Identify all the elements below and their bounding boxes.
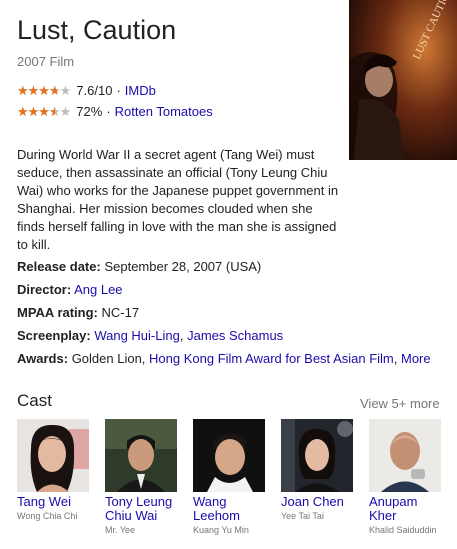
director-link[interactable]: Ang Lee — [74, 282, 122, 297]
film-description: During World War II a secret agent (Tang… — [17, 147, 339, 252]
separator-comma: , — [393, 351, 398, 366]
fact-screenplay: Screenplay: Wang Hui-Ling, James Schamus — [17, 328, 283, 343]
star-rating-icon: ★★★★★★★★★★ — [17, 82, 71, 98]
cast-member-joan-chen[interactable]: Joan Chen Yee Tai Tai — [281, 419, 355, 522]
cast-name[interactable]: Tang Wei — [17, 495, 91, 509]
fact-label: Director: — [17, 282, 72, 297]
screenplay-link-2[interactable]: James Schamus — [187, 328, 283, 343]
cast-role: Wong Chia Chi — [17, 511, 78, 521]
cast-name[interactable]: Wang Leehom — [193, 495, 267, 523]
fact-director: Director: Ang Lee — [17, 282, 123, 297]
star-rating-icon: ★★★★★★★★★★ — [17, 103, 71, 119]
movie-poster[interactable]: LUST CAUTION — [349, 0, 457, 160]
cast-member-tony-leung[interactable]: Tony Leung Chiu Wai Mr. Yee — [105, 419, 179, 536]
fact-label: Screenplay: — [17, 328, 91, 343]
rating-imdb: ★★★★★★★★★★ 7.6/10 · IMDb — [17, 83, 156, 98]
rating-rotten-tomatoes: ★★★★★★★★★★ 72% · Rotten Tomatoes — [17, 104, 213, 119]
poster-image-icon: LUST CAUTION — [349, 0, 457, 160]
cast-role: Kuang Yu Min — [193, 525, 249, 535]
actor-photo-icon — [17, 419, 89, 492]
imdb-link[interactable]: IMDb — [125, 83, 156, 98]
cast-role: Khalid Saiduddin — [369, 525, 437, 535]
fact-awards: Awards: Golden Lion, Hong Kong Film Awar… — [17, 351, 431, 366]
rotten-tomatoes-link[interactable]: Rotten Tomatoes — [115, 104, 213, 119]
fact-label: Release date: — [17, 259, 101, 274]
cast-name[interactable]: Anupam Kher — [369, 495, 443, 523]
fact-label: MPAA rating: — [17, 305, 98, 320]
actor-photo-icon — [193, 419, 265, 492]
fact-value: NC-17 — [101, 305, 140, 320]
rating-score: 7.6/10 — [76, 83, 113, 98]
fact-release-date: Release date: September 28, 2007 (USA) — [17, 259, 261, 274]
screenplay-link-1[interactable]: Wang Hui-Ling — [94, 328, 180, 343]
fact-value: September 28, 2007 (USA) — [104, 259, 262, 274]
fact-label: Awards: — [17, 351, 69, 366]
separator-comma: , — [179, 328, 184, 343]
actor-photo-icon — [105, 419, 177, 492]
award-link[interactable]: Hong Kong Film Award for Best Asian Film — [149, 351, 394, 366]
fact-mpaa-rating: MPAA rating: NC-17 — [17, 305, 139, 320]
view-more-cast-link[interactable]: View 5+ more — [360, 396, 440, 411]
cast-member-wang-leehom[interactable]: Wang Leehom Kuang Yu Min — [193, 419, 267, 536]
rating-separator: · — [106, 104, 111, 119]
awards-more-link[interactable]: More — [401, 351, 431, 366]
actor-photo-icon — [281, 419, 353, 492]
film-subtitle: 2007 Film — [17, 54, 75, 69]
cast-member-tang-wei[interactable]: Tang Wei Wong Chia Chi — [17, 419, 91, 522]
cast-name[interactable]: Tony Leung Chiu Wai — [105, 495, 179, 523]
cast-name[interactable]: Joan Chen — [281, 495, 355, 509]
awards-text: Golden Lion, — [71, 351, 146, 366]
rating-separator: · — [116, 83, 121, 98]
page-title: Lust, Caution — [17, 15, 177, 45]
rating-score: 72% — [76, 104, 103, 119]
cast-role: Mr. Yee — [105, 525, 136, 535]
actor-photo-icon — [369, 419, 441, 492]
cast-member-anupam-kher[interactable]: Anupam Kher Khalid Saiduddin — [369, 419, 443, 536]
cast-heading: Cast — [17, 391, 52, 410]
cast-role: Yee Tai Tai — [281, 511, 324, 521]
